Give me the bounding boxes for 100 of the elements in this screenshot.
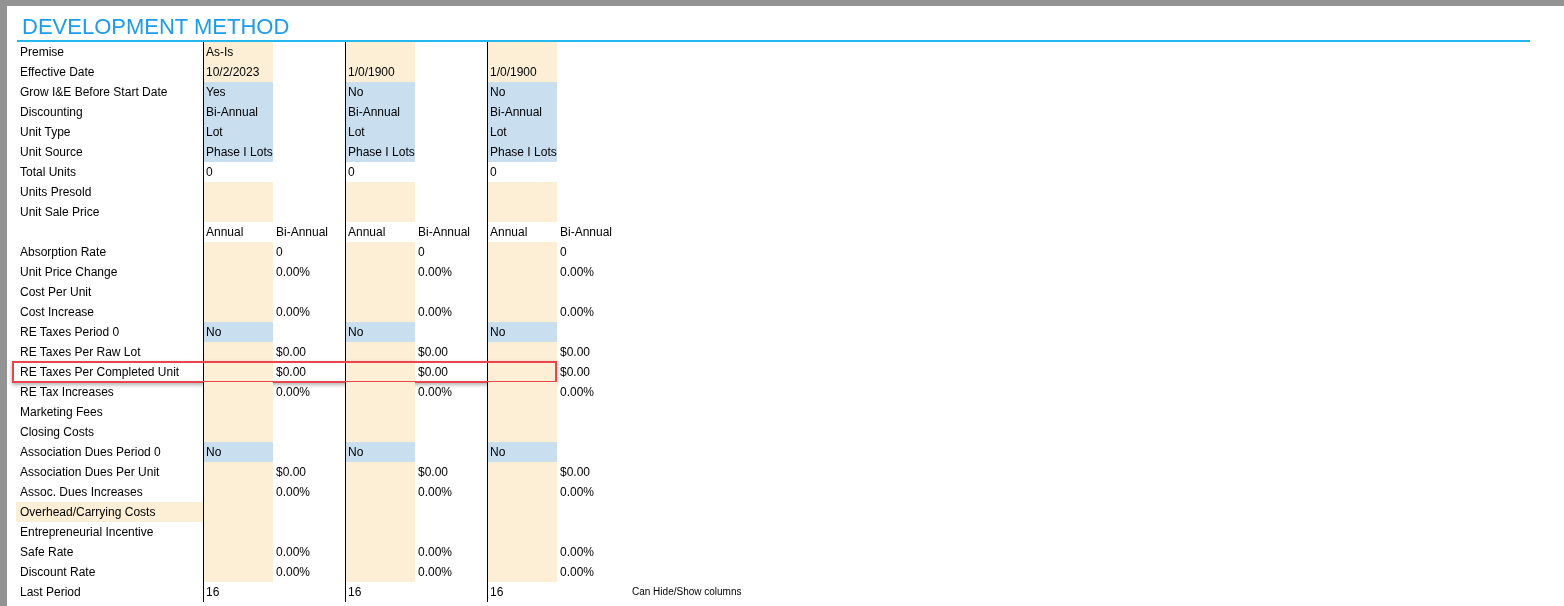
dropdown-cell[interactable]: No: [487, 442, 557, 462]
dropdown-cell[interactable]: Yes: [203, 82, 273, 102]
table-cell-text: 0.00%: [275, 484, 312, 501]
input-cell[interactable]: [487, 562, 557, 582]
input-cell[interactable]: [487, 382, 557, 402]
input-cell[interactable]: [487, 422, 557, 442]
input-cell[interactable]: 10/2/2023: [203, 62, 273, 82]
row-label: Discounting: [19, 104, 84, 121]
dropdown-cell[interactable]: Lot: [203, 122, 273, 142]
table-cell: 16: [487, 582, 557, 602]
input-cell[interactable]: [203, 562, 273, 582]
input-cell[interactable]: [487, 202, 557, 222]
input-cell[interactable]: 1/0/1900: [345, 62, 415, 82]
table-cell-text: $0.00: [559, 344, 592, 361]
input-cell[interactable]: [345, 382, 415, 402]
dropdown-cell[interactable]: Bi-Annual: [345, 102, 415, 122]
input-cell[interactable]: [487, 342, 557, 362]
table-cell-text: 0: [559, 244, 568, 261]
dropdown-cell[interactable]: Phase I Lots: [487, 142, 557, 162]
row-label: Cost Increase: [19, 304, 96, 321]
input-cell[interactable]: [487, 302, 557, 322]
table-cell-text: $0.00: [275, 464, 308, 481]
input-cell[interactable]: [203, 242, 273, 262]
table-cell-text: 0.00%: [275, 384, 312, 401]
table-cell-text: 0.00%: [417, 564, 454, 581]
sheet-title: DEVELOPMENT METHOD: [22, 14, 290, 40]
row-label: Association Dues Per Unit: [19, 464, 161, 481]
table-cell-text: 0.00%: [275, 304, 312, 321]
row-label: Grow I&E Before Start Date: [19, 84, 169, 101]
table-cell-text: 0.00%: [559, 304, 596, 321]
input-cell[interactable]: [203, 422, 273, 442]
row-label: RE Taxes Per Raw Lot: [19, 344, 142, 361]
table-cell-text: 0.00%: [417, 304, 454, 321]
table-cell-text: $0.00: [417, 344, 450, 361]
dropdown-cell[interactable]: Bi-Annual: [203, 102, 273, 122]
input-cell[interactable]: [345, 202, 415, 222]
input-cell[interactable]: [345, 182, 415, 202]
input-cell[interactable]: [345, 42, 415, 62]
row-label: Cost Per Unit: [19, 284, 93, 301]
row-label: Effective Date: [19, 64, 96, 81]
table-cell-text: 0.00%: [559, 484, 596, 501]
table-cell: 16: [203, 582, 273, 602]
table-cell-text: $0.00: [417, 464, 450, 481]
dropdown-cell[interactable]: Phase I Lots: [203, 142, 273, 162]
table-cell-text: 0.00%: [559, 264, 596, 281]
table-cell-text: 0: [417, 244, 426, 261]
table-cell: 16: [345, 582, 415, 602]
input-cell[interactable]: [345, 562, 415, 582]
dropdown-cell[interactable]: Lot: [345, 122, 415, 142]
row-label: Safe Rate: [19, 544, 75, 561]
row-label: Last Period: [19, 584, 82, 601]
row-label: Premise: [19, 44, 65, 61]
input-cell[interactable]: [345, 342, 415, 362]
dropdown-cell[interactable]: Lot: [487, 122, 557, 142]
input-cell[interactable]: [487, 462, 557, 482]
row-label: Entrepreneurial Incentive: [19, 524, 155, 541]
input-cell[interactable]: [345, 362, 415, 382]
dropdown-cell[interactable]: No: [345, 82, 415, 102]
row-label: Unit Price Change: [19, 264, 119, 281]
input-cell[interactable]: [345, 422, 415, 442]
input-cell[interactable]: [203, 202, 273, 222]
row-label: RE Taxes Period 0: [19, 324, 121, 341]
table-cell-text: $0.00: [275, 344, 308, 361]
dropdown-cell[interactable]: Phase I Lots: [345, 142, 415, 162]
dropdown-cell[interactable]: No: [487, 82, 557, 102]
input-cell[interactable]: [345, 302, 415, 322]
input-cell[interactable]: [345, 462, 415, 482]
dropdown-cell[interactable]: No: [487, 322, 557, 342]
input-cell[interactable]: As-Is: [203, 42, 273, 62]
input-cell[interactable]: [203, 462, 273, 482]
dropdown-cell[interactable]: No: [345, 322, 415, 342]
row-label: RE Taxes Per Completed Unit: [19, 364, 181, 381]
table-cell-text: $0.00: [559, 464, 592, 481]
table-cell-text: 0.00%: [417, 544, 454, 561]
table-cell-text: 0.00%: [559, 384, 596, 401]
table-cell-text: 0: [275, 244, 284, 261]
note-text: Can Hide/Show columns: [631, 585, 742, 599]
dropdown-cell[interactable]: Bi-Annual: [487, 102, 557, 122]
input-cell[interactable]: [203, 182, 273, 202]
row-label: Total Units: [19, 164, 78, 181]
table-cell-text: Bi-Annual: [275, 224, 330, 241]
dropdown-cell[interactable]: No: [345, 442, 415, 462]
input-cell[interactable]: [203, 342, 273, 362]
dropdown-cell[interactable]: No: [203, 322, 273, 342]
input-cell[interactable]: [203, 302, 273, 322]
dropdown-cell[interactable]: No: [203, 442, 273, 462]
input-cell[interactable]: [487, 242, 557, 262]
input-cell[interactable]: [203, 362, 273, 382]
row-label: Discount Rate: [19, 564, 97, 581]
input-cell[interactable]: [203, 382, 273, 402]
input-cell[interactable]: [345, 242, 415, 262]
table-cell-text: 0.00%: [275, 544, 312, 561]
input-cell[interactable]: [487, 182, 557, 202]
table-cell-text: 0.00%: [417, 384, 454, 401]
row-label: RE Tax Increases: [19, 384, 115, 401]
row-label: Unit Type: [19, 124, 72, 141]
input-cell[interactable]: [487, 42, 557, 62]
row-label: Unit Sale Price: [19, 204, 101, 221]
table-cell-text: $0.00: [559, 364, 592, 381]
input-cell[interactable]: 1/0/1900: [487, 62, 557, 82]
